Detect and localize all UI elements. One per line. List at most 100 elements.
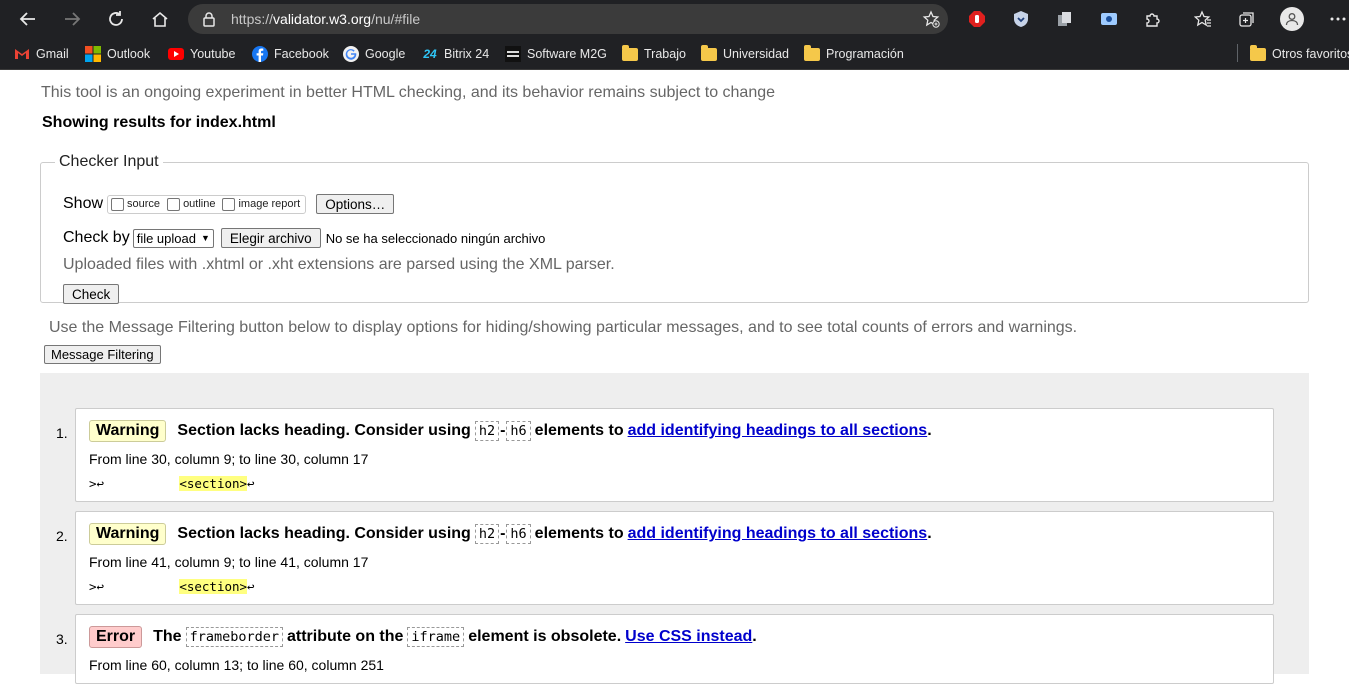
extract-context: ↩ <box>247 579 255 594</box>
folder-icon <box>622 44 638 62</box>
message-extract: >↩ <section>↩ <box>89 579 255 594</box>
outlook-icon <box>85 46 101 62</box>
extensions-puzzle-icon[interactable] <box>1143 9 1163 29</box>
message-text: Section lacks heading. Consider using <box>177 422 471 439</box>
message-number: 1. <box>56 425 68 441</box>
extract-highlight: <section> <box>179 476 248 491</box>
bookmark-bitrix24[interactable]: 24 Bitrix 24 <box>422 45 489 63</box>
message-code: h6 <box>506 524 531 544</box>
bookmark-software-m2g[interactable]: Software M2G <box>505 45 607 63</box>
message-text: elements to <box>534 422 624 439</box>
help-link[interactable]: add identifying headings to all sections <box>628 525 928 543</box>
bookmark-label: Otros favoritos <box>1272 47 1349 61</box>
forward-button[interactable] <box>58 6 86 32</box>
message-location: From line 60, column 13; to line 60, col… <box>89 657 384 673</box>
arrow-right-icon <box>65 12 81 26</box>
folder-icon <box>1250 44 1266 62</box>
check-by-select[interactable]: file upload ▼ <box>132 228 214 248</box>
results-list: 1. Warning Section lacks heading. Consid… <box>40 373 1309 684</box>
message-text: element is obsolete. <box>468 628 622 645</box>
adblock-extension-icon[interactable] <box>967 9 987 29</box>
options-button[interactable]: Options… <box>316 194 395 214</box>
error-badge: Error <box>89 626 143 648</box>
source-checkbox-label[interactable]: source <box>127 198 160 210</box>
message-code: frameborder <box>185 627 283 647</box>
bookmark-label: Trabajo <box>644 47 686 61</box>
add-favorite-icon[interactable] <box>922 10 940 28</box>
more-menu-icon[interactable] <box>1328 9 1348 29</box>
outline-checkbox[interactable] <box>167 197 181 211</box>
user-icon <box>1285 13 1299 26</box>
bookmark-youtube[interactable]: Youtube <box>168 45 235 63</box>
message-text: elements to <box>534 525 624 542</box>
facebook-icon <box>252 46 268 62</box>
favorites-icon[interactable] <box>1193 9 1213 29</box>
choose-file-button[interactable]: Elegir archivo <box>220 228 321 248</box>
bookmark-label: Gmail <box>36 47 69 61</box>
google-icon <box>343 46 359 62</box>
lock-icon <box>203 12 215 27</box>
page-subtitle: This tool is an ongoing experiment in be… <box>41 84 776 101</box>
message-code: h2 <box>474 524 500 544</box>
profile-avatar[interactable] <box>1280 7 1304 31</box>
bookmark-label: Google <box>365 47 406 61</box>
message-filtering-button[interactable]: Message Filtering <box>44 345 161 364</box>
screen-capture-extension-icon[interactable] <box>1099 9 1119 29</box>
message-punctuation: . <box>752 628 757 645</box>
bookmark-label: Programación <box>826 47 904 61</box>
bookmark-folder-trabajo[interactable]: Trabajo <box>622 44 686 63</box>
image-report-checkbox[interactable] <box>222 197 236 211</box>
reload-button[interactable] <box>102 6 130 32</box>
bookmark-folder-universidad[interactable]: Universidad <box>701 44 789 63</box>
source-checkbox[interactable] <box>111 197 125 211</box>
message-text: attribute on the <box>286 628 404 645</box>
bookmark-label: Software M2G <box>527 47 607 61</box>
m2g-icon <box>505 46 521 62</box>
bookmark-facebook[interactable]: Facebook <box>252 45 329 63</box>
arrow-left-icon <box>19 12 35 26</box>
home-button[interactable] <box>146 6 174 32</box>
outline-checkbox-label[interactable]: outline <box>183 198 215 210</box>
bookmarks-divider <box>1237 44 1238 62</box>
bookmark-outlook[interactable]: Outlook <box>85 45 150 63</box>
message-number: 2. <box>56 528 68 544</box>
check-by-value: file upload <box>136 230 196 246</box>
message-heading: Warning Section lacks heading. Consider … <box>89 420 932 442</box>
url-text: https://validator.w3.org/nu/#file <box>231 11 421 27</box>
address-bar[interactable]: https://validator.w3.org/nu/#file <box>188 4 948 34</box>
extract-highlight: <section> <box>179 579 248 594</box>
shield-extension-icon[interactable] <box>1011 9 1031 29</box>
warning-badge: Warning <box>89 420 167 442</box>
bookmark-google[interactable]: Google <box>343 45 405 63</box>
message-code: iframe <box>407 627 465 647</box>
extract-context: ↩ <box>247 476 255 491</box>
image-report-checkbox-label[interactable]: image report <box>238 198 300 210</box>
folder-icon <box>701 44 717 62</box>
message-dash: - <box>500 422 506 439</box>
bookmark-gmail[interactable]: Gmail <box>14 45 69 63</box>
validator-page: This tool is an ongoing experiment in be… <box>0 71 1349 684</box>
show-options-row: Show source outline image report Options… <box>63 194 395 214</box>
check-button[interactable]: Check <box>63 284 120 304</box>
message-code: h6 <box>506 421 531 441</box>
show-options-group: source outline image report <box>107 194 307 214</box>
xml-parser-note: Uploaded files with .xhtml or .xht exten… <box>63 256 615 273</box>
message-text: The <box>153 628 182 645</box>
back-button[interactable] <box>14 6 42 32</box>
bookmark-label: Youtube <box>190 47 236 61</box>
help-link[interactable]: Use CSS instead <box>625 628 752 646</box>
checker-input-panel: Checker Input Show source outline image … <box>40 153 1309 304</box>
message-location: From line 30, column 9; to line 30, colu… <box>89 451 369 467</box>
no-file-text: No se ha seleccionado ningún archivo <box>325 230 546 246</box>
collections-extension-icon[interactable] <box>1055 9 1075 29</box>
collections-icon[interactable] <box>1237 9 1257 29</box>
bookmark-folder-programacion[interactable]: Programación <box>804 44 904 63</box>
bookmark-other-favorites[interactable]: Otros favoritos <box>1250 44 1349 63</box>
message-extract: >↩ <section>↩ <box>89 476 255 491</box>
message-heading: Error The frameborder attribute on the i… <box>89 626 757 648</box>
bitrix-icon: 24 <box>423 47 437 61</box>
message-number: 3. <box>56 631 68 647</box>
gmail-icon <box>14 46 30 62</box>
bookmarks-bar: Gmail Outlook Youtube Facebook Google 24… <box>0 38 1349 70</box>
help-link[interactable]: add identifying headings to all sections <box>628 422 928 440</box>
